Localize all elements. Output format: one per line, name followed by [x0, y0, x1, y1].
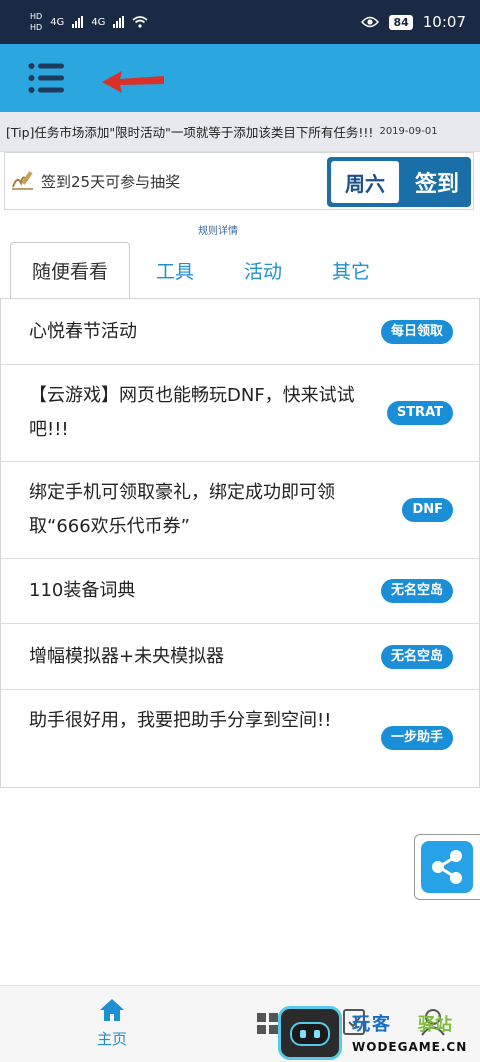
hd-indicator: HD HD	[30, 11, 42, 33]
list-item-text: 【云游戏】网页也能畅玩DNF，快来试试吧!!!	[29, 385, 355, 440]
share-button[interactable]	[414, 834, 480, 900]
share-icon-bg	[421, 841, 473, 893]
eye-icon	[361, 16, 380, 28]
list-item[interactable]: 110装备词典 无名空岛	[1, 559, 479, 624]
left-arrow-icon	[102, 71, 164, 93]
tip-text: [Tip]任务市场添加"限时活动"一项就等于添加该类目下所有任务!!!	[6, 125, 374, 140]
home-icon	[100, 999, 124, 1021]
tab-browse[interactable]: 随便看看	[10, 242, 130, 298]
wifi-icon	[132, 16, 148, 28]
tab-tools[interactable]: 工具	[140, 242, 210, 298]
network-2: 4G	[91, 17, 105, 28]
rule-details-link[interactable]: 规则详情	[198, 222, 238, 237]
list-item[interactable]: 助手很好用，我要把助手分享到空间!! 一步助手	[1, 690, 479, 787]
tip-banner[interactable]: [Tip]任务市场添加"限时活动"一项就等于添加该类目下所有任务!!! 2019…	[0, 112, 480, 152]
list-item-text: 绑定手机可领取豪礼，绑定成功即可领取“666欢乐代币券”	[29, 482, 335, 537]
share-icon	[432, 850, 462, 884]
list-item[interactable]: 心悦春节活动 每日领取	[1, 299, 479, 365]
signal-icon	[72, 16, 84, 28]
list-item-badge[interactable]: 每日领取	[380, 320, 453, 344]
signin-panel: 签到25天可参与抽奖 周六 签到	[4, 152, 474, 210]
watermark-url: WODEGAME.CN	[352, 1040, 468, 1054]
tip-date: 2019-09-01	[379, 126, 438, 137]
list-item-text: 110装备词典	[29, 580, 136, 601]
list-item[interactable]: 【云游戏】网页也能畅玩DNF，快来试试吧!!! STRAT	[1, 365, 479, 462]
watermark-title-b: 驿站	[418, 1015, 452, 1035]
weekday-label: 周六	[331, 161, 399, 203]
status-right: 84 10:07	[361, 13, 466, 31]
signin-widget: 周六 签到	[327, 157, 471, 207]
list-item-text: 心悦春节活动	[29, 321, 137, 342]
list-item-badge[interactable]: DNF	[402, 498, 453, 522]
network-label-1: 4G	[50, 16, 65, 28]
signal-icon-2	[113, 16, 125, 28]
watermark: 玩客 驿站 WODEGAME.CN	[256, 1006, 480, 1061]
status-bar: HD HD 4G 4G 84 10:07	[0, 0, 480, 44]
tab-events[interactable]: 活动	[228, 242, 298, 298]
list-item-badge[interactable]: STRAT	[386, 401, 453, 425]
network-label-2: 4G	[91, 16, 106, 28]
app-header	[0, 44, 480, 112]
status-left: HD HD 4G 4G	[30, 11, 148, 33]
list-item-badge[interactable]: 无名空岛	[380, 645, 453, 669]
nav-home-label: 主页	[96, 1030, 127, 1048]
list-item-text: 增幅模拟器+未央模拟器	[29, 646, 225, 667]
list-item-badge[interactable]: 一步助手	[380, 726, 453, 750]
signin-button[interactable]: 签到	[403, 157, 471, 207]
battery-indicator: 84	[389, 14, 413, 30]
item-list: 心悦春节活动 每日领取 【云游戏】网页也能畅玩DNF，快来试试吧!!! STRA…	[0, 298, 480, 788]
list-item[interactable]: 增幅模拟器+未央模拟器 无名空岛	[1, 624, 479, 690]
signature-icon	[12, 171, 33, 190]
watermark-robot-icon	[278, 1006, 342, 1060]
clock: 10:07	[422, 13, 466, 31]
menu-icon[interactable]	[28, 62, 66, 94]
hd-label-1: HD	[30, 12, 43, 21]
tab-other[interactable]: 其它	[316, 242, 386, 298]
signin-hint: 签到25天可参与抽奖	[41, 173, 181, 191]
list-item-badge[interactable]: 无名空岛	[380, 579, 453, 603]
list-item[interactable]: 绑定手机可领取豪礼，绑定成功即可领取“666欢乐代币券” DNF	[1, 462, 479, 559]
tab-bar: 随便看看 工具 活动 其它	[0, 242, 480, 298]
hd-label-2: HD	[30, 23, 43, 32]
watermark-title-a: 玩客	[352, 1014, 392, 1035]
nav-home[interactable]: 主页	[80, 998, 144, 1049]
network-1: 4G	[50, 17, 64, 28]
list-item-text: 助手很好用，我要把助手分享到空间!!	[29, 710, 332, 731]
